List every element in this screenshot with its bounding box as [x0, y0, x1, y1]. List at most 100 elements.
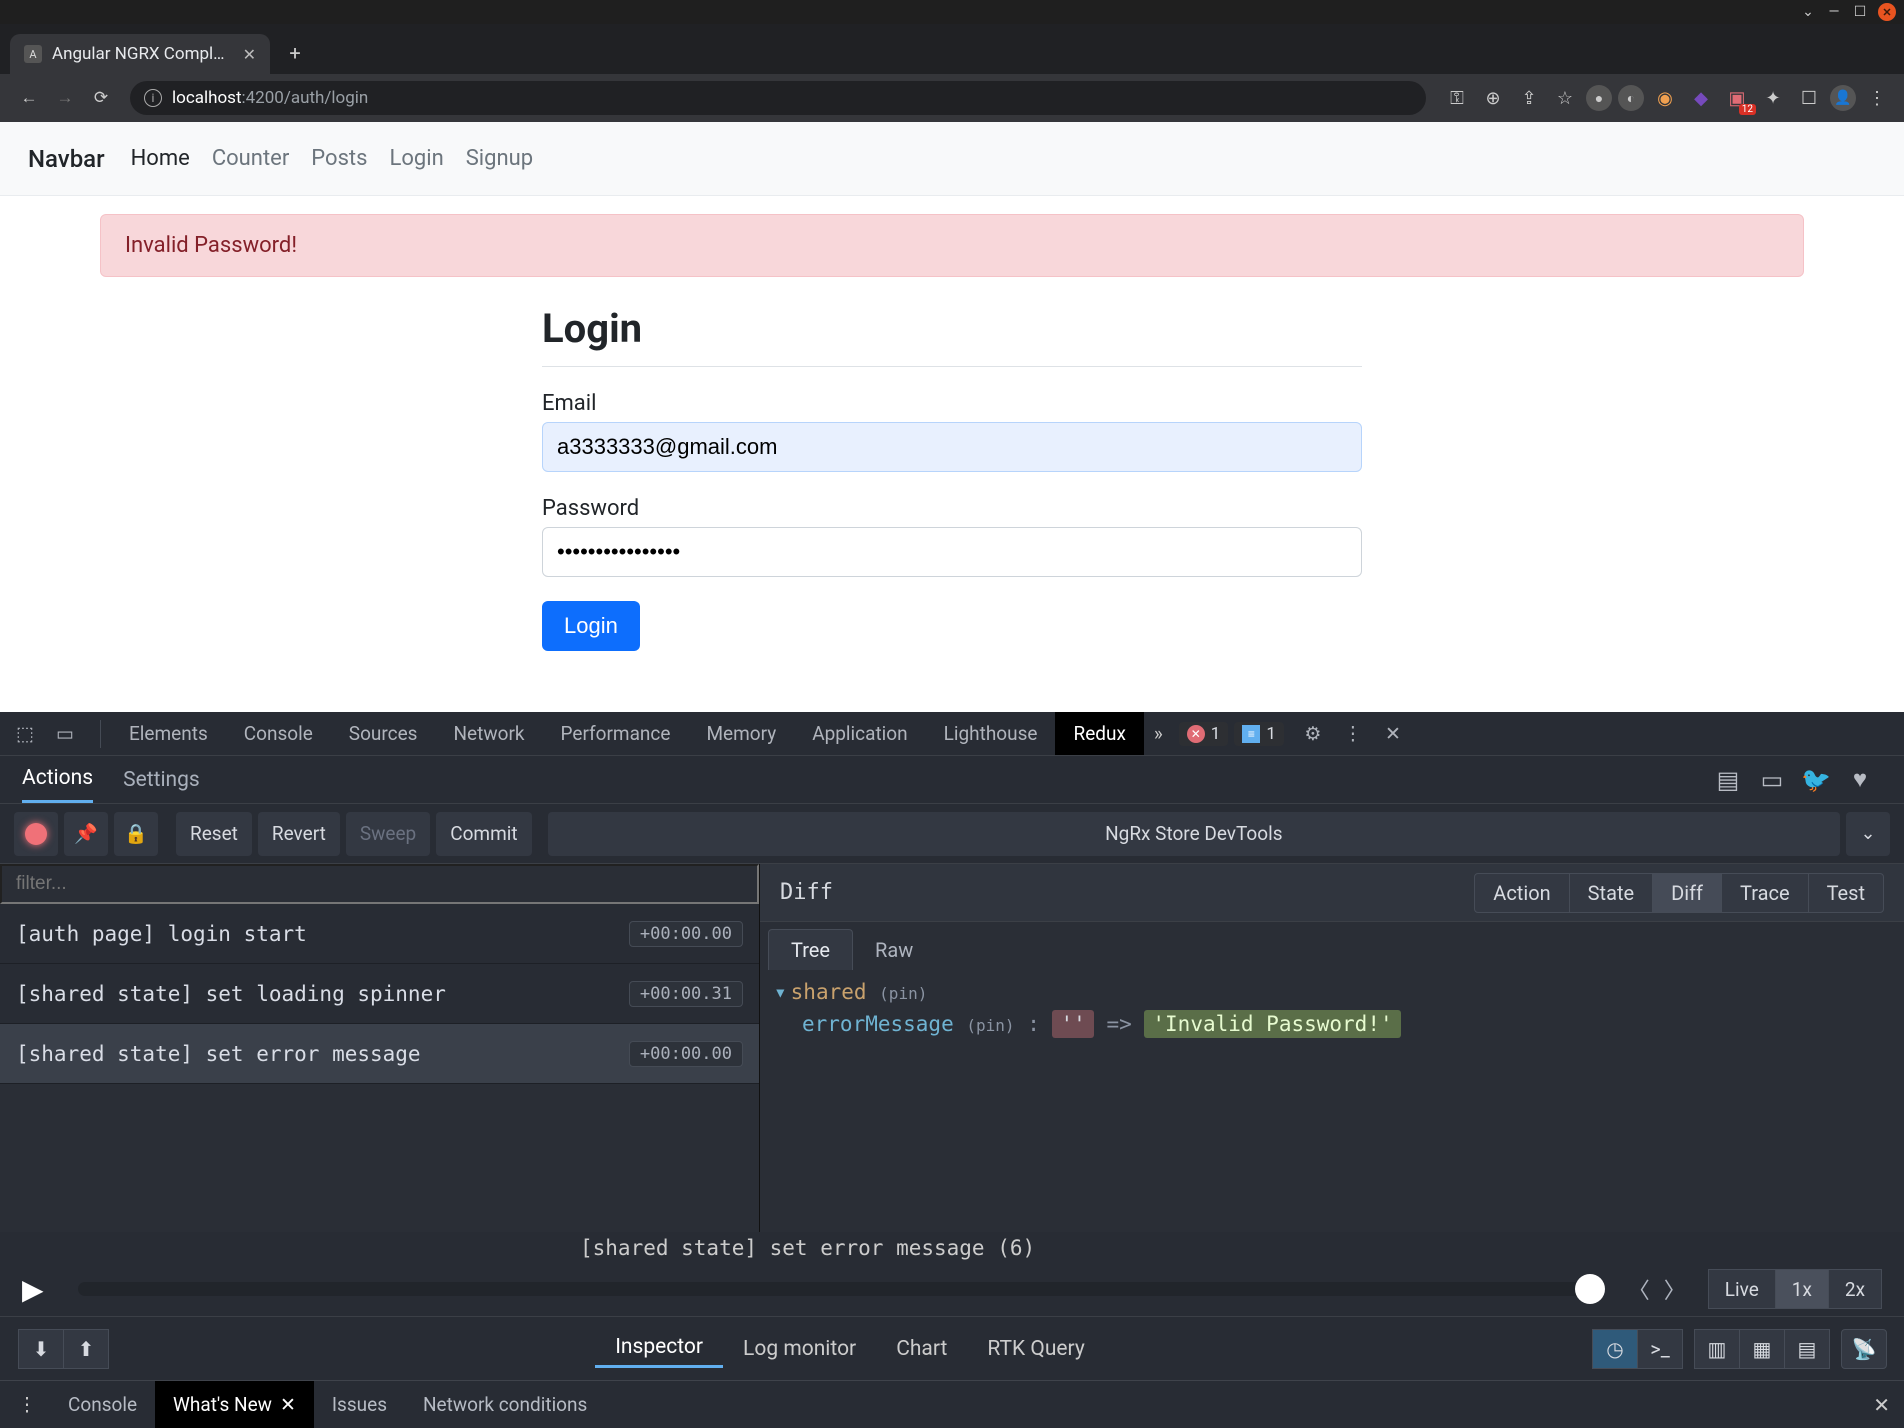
os-minimize-icon[interactable]: —: [1826, 4, 1842, 20]
tab-console[interactable]: Console: [226, 712, 331, 755]
action-row[interactable]: [auth page] login start +00:00.00: [0, 904, 759, 964]
device-icon[interactable]: ▭: [50, 719, 80, 749]
filter-input[interactable]: [0, 864, 759, 904]
extensions-icon[interactable]: ✦: [1758, 83, 1788, 113]
tab-redux[interactable]: Redux: [1055, 712, 1143, 755]
seg-diff[interactable]: Diff: [1652, 873, 1722, 913]
store-selector[interactable]: NgRx Store DevTools: [548, 812, 1840, 856]
heart-icon[interactable]: ♥: [1838, 758, 1882, 802]
errors-pill[interactable]: ✕1: [1179, 722, 1229, 746]
ext1-icon[interactable]: ●: [1586, 85, 1612, 111]
diff-pin[interactable]: (pin): [879, 984, 927, 1003]
tab-memory[interactable]: Memory: [688, 712, 794, 755]
caret-down-icon[interactable]: ▾: [774, 980, 787, 1004]
diff-pin-2[interactable]: (pin): [966, 1016, 1014, 1035]
address-bar[interactable]: i localhost:4200/auth/login: [130, 81, 1426, 115]
redux-ext-icon[interactable]: ◆: [1686, 83, 1716, 113]
seg-state[interactable]: State: [1569, 873, 1653, 913]
drawer-tab-network-conditions[interactable]: Network conditions: [405, 1381, 605, 1428]
drawer-menu-icon[interactable]: ⋮: [14, 1393, 40, 1416]
info-pill[interactable]: ≡1: [1234, 722, 1284, 746]
ext3-icon[interactable]: ◉: [1650, 83, 1680, 113]
next-action-icon[interactable]: 〉: [1657, 1273, 1693, 1305]
login-button[interactable]: Login: [542, 601, 640, 651]
dock-bottom-icon[interactable]: ▤: [1784, 1329, 1830, 1369]
action-row[interactable]: [shared state] set error message +00:00.…: [0, 1024, 759, 1084]
commit-button[interactable]: Commit: [436, 812, 531, 856]
twitter-icon[interactable]: 🐦: [1794, 758, 1838, 802]
tab-close-icon[interactable]: ✕: [243, 45, 256, 64]
lock-button[interactable]: 🔒: [114, 812, 158, 856]
close-devtools-icon[interactable]: ✕: [1378, 719, 1408, 749]
tab-lighthouse[interactable]: Lighthouse: [926, 712, 1056, 755]
seg-test[interactable]: Test: [1808, 873, 1884, 913]
upload-icon[interactable]: ⬆: [63, 1329, 109, 1369]
record-button[interactable]: [14, 812, 58, 856]
redux-tab-settings[interactable]: Settings: [123, 756, 200, 803]
os-maximize-icon[interactable]: ☐: [1852, 4, 1868, 20]
more-icon[interactable]: ⋮: [1338, 719, 1368, 749]
site-info-icon[interactable]: i: [144, 89, 162, 107]
profile-avatar-icon[interactable]: 👤: [1830, 85, 1856, 111]
drawer-tab-close-icon[interactable]: ✕: [280, 1393, 296, 1416]
drawer-tab-console[interactable]: Console: [50, 1381, 155, 1428]
reload-button[interactable]: ⟳: [84, 81, 118, 115]
dock-left-icon[interactable]: ▥: [1694, 1329, 1740, 1369]
nav-counter[interactable]: Counter: [212, 146, 289, 171]
revert-button[interactable]: Revert: [258, 812, 340, 856]
speed-2x[interactable]: 2x: [1828, 1269, 1882, 1309]
tab-performance[interactable]: Performance: [543, 712, 689, 755]
action-row[interactable]: [shared state] set loading spinner +00:0…: [0, 964, 759, 1024]
navbar-brand[interactable]: Navbar: [28, 145, 105, 173]
seg-action[interactable]: Action: [1474, 873, 1569, 913]
inspect-icon[interactable]: ⬚: [10, 719, 40, 749]
speed-1x[interactable]: 1x: [1775, 1269, 1829, 1309]
dock-right-icon[interactable]: ▦: [1739, 1329, 1785, 1369]
menu-icon[interactable]: ⋮: [1862, 83, 1892, 113]
clock-icon[interactable]: ◷: [1592, 1329, 1638, 1369]
remote-icon[interactable]: 📡: [1841, 1329, 1887, 1369]
os-chevron-icon[interactable]: ⌄: [1800, 4, 1816, 20]
email-input[interactable]: [542, 422, 1362, 472]
book-icon[interactable]: ▤: [1706, 758, 1750, 802]
browser-tab[interactable]: A Angular NGRX Complete ✕: [10, 34, 270, 74]
diff-key[interactable]: errorMessage: [802, 1012, 954, 1036]
nav-posts[interactable]: Posts: [311, 146, 367, 171]
slider-thumb-icon[interactable]: [1575, 1274, 1605, 1304]
key-icon[interactable]: ⚿: [1442, 83, 1472, 113]
tab-sources[interactable]: Sources: [331, 712, 436, 755]
view-inspector[interactable]: Inspector: [595, 1329, 723, 1368]
diff-root-key[interactable]: shared: [791, 980, 867, 1004]
timeline-slider[interactable]: [78, 1282, 1605, 1296]
store-caret-icon[interactable]: ⌄: [1846, 812, 1890, 856]
download-icon[interactable]: ⬇: [18, 1329, 64, 1369]
back-button[interactable]: ←: [12, 81, 46, 115]
chat-icon[interactable]: ▭: [1750, 758, 1794, 802]
window-icon[interactable]: ☐: [1794, 83, 1824, 113]
bookmark-icon[interactable]: ☆: [1550, 83, 1580, 113]
fmt-tree[interactable]: Tree: [768, 929, 853, 970]
ext-badge-icon[interactable]: ▣: [1722, 83, 1752, 113]
reset-button[interactable]: Reset: [176, 812, 252, 856]
tab-network[interactable]: Network: [435, 712, 542, 755]
zoom-icon[interactable]: ⊕: [1478, 83, 1508, 113]
drawer-tab-whatsnew[interactable]: What's New✕: [155, 1381, 314, 1428]
nav-login[interactable]: Login: [389, 146, 443, 171]
prev-action-icon[interactable]: 〈: [1621, 1273, 1657, 1305]
nav-signup[interactable]: Signup: [466, 146, 533, 171]
new-tab-button[interactable]: +: [278, 36, 312, 70]
drawer-tab-issues[interactable]: Issues: [314, 1381, 405, 1428]
pin-button[interactable]: 📌: [64, 812, 108, 856]
tabs-overflow-icon[interactable]: »: [1144, 722, 1173, 745]
settings-icon[interactable]: ⚙: [1298, 719, 1328, 749]
diff-tree[interactable]: ▾shared (pin) errorMessage (pin) : '' =>…: [760, 970, 1904, 1232]
tab-elements[interactable]: Elements: [111, 712, 226, 755]
speed-live[interactable]: Live: [1708, 1269, 1776, 1309]
password-input[interactable]: [542, 527, 1362, 577]
view-rtk[interactable]: RTK Query: [967, 1331, 1104, 1367]
seg-trace[interactable]: Trace: [1721, 873, 1809, 913]
redux-tab-actions[interactable]: Actions: [22, 756, 93, 803]
play-button[interactable]: ▶: [22, 1273, 62, 1306]
view-logmonitor[interactable]: Log monitor: [723, 1331, 876, 1367]
tab-application[interactable]: Application: [794, 712, 925, 755]
